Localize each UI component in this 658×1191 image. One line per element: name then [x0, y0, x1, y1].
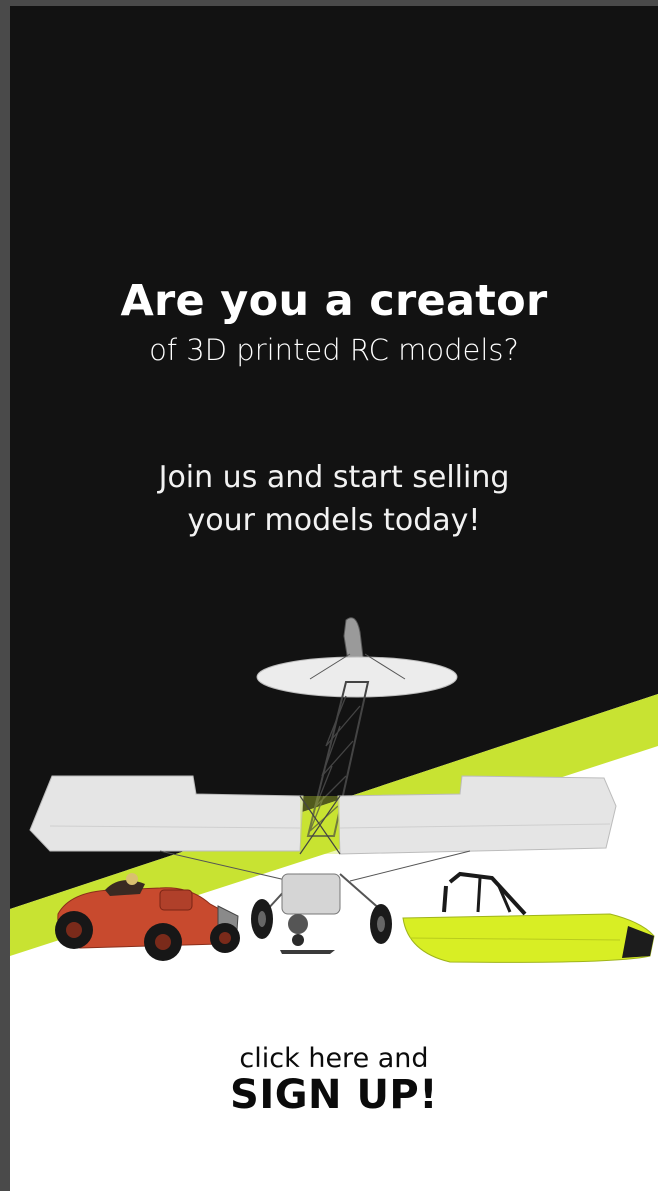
promo-banner: Are you a creator of 3D printed RC model…	[10, 6, 658, 1191]
rc-boat-icon	[402, 871, 655, 963]
cta-prefix: click here and	[239, 1043, 429, 1074]
signup-cta[interactable]: click here and SIGN UP!	[184, 1043, 484, 1117]
models-illustration	[29, 617, 655, 963]
signup-button[interactable]: SIGN UP!	[184, 1074, 484, 1116]
rc-car-icon	[55, 873, 240, 961]
